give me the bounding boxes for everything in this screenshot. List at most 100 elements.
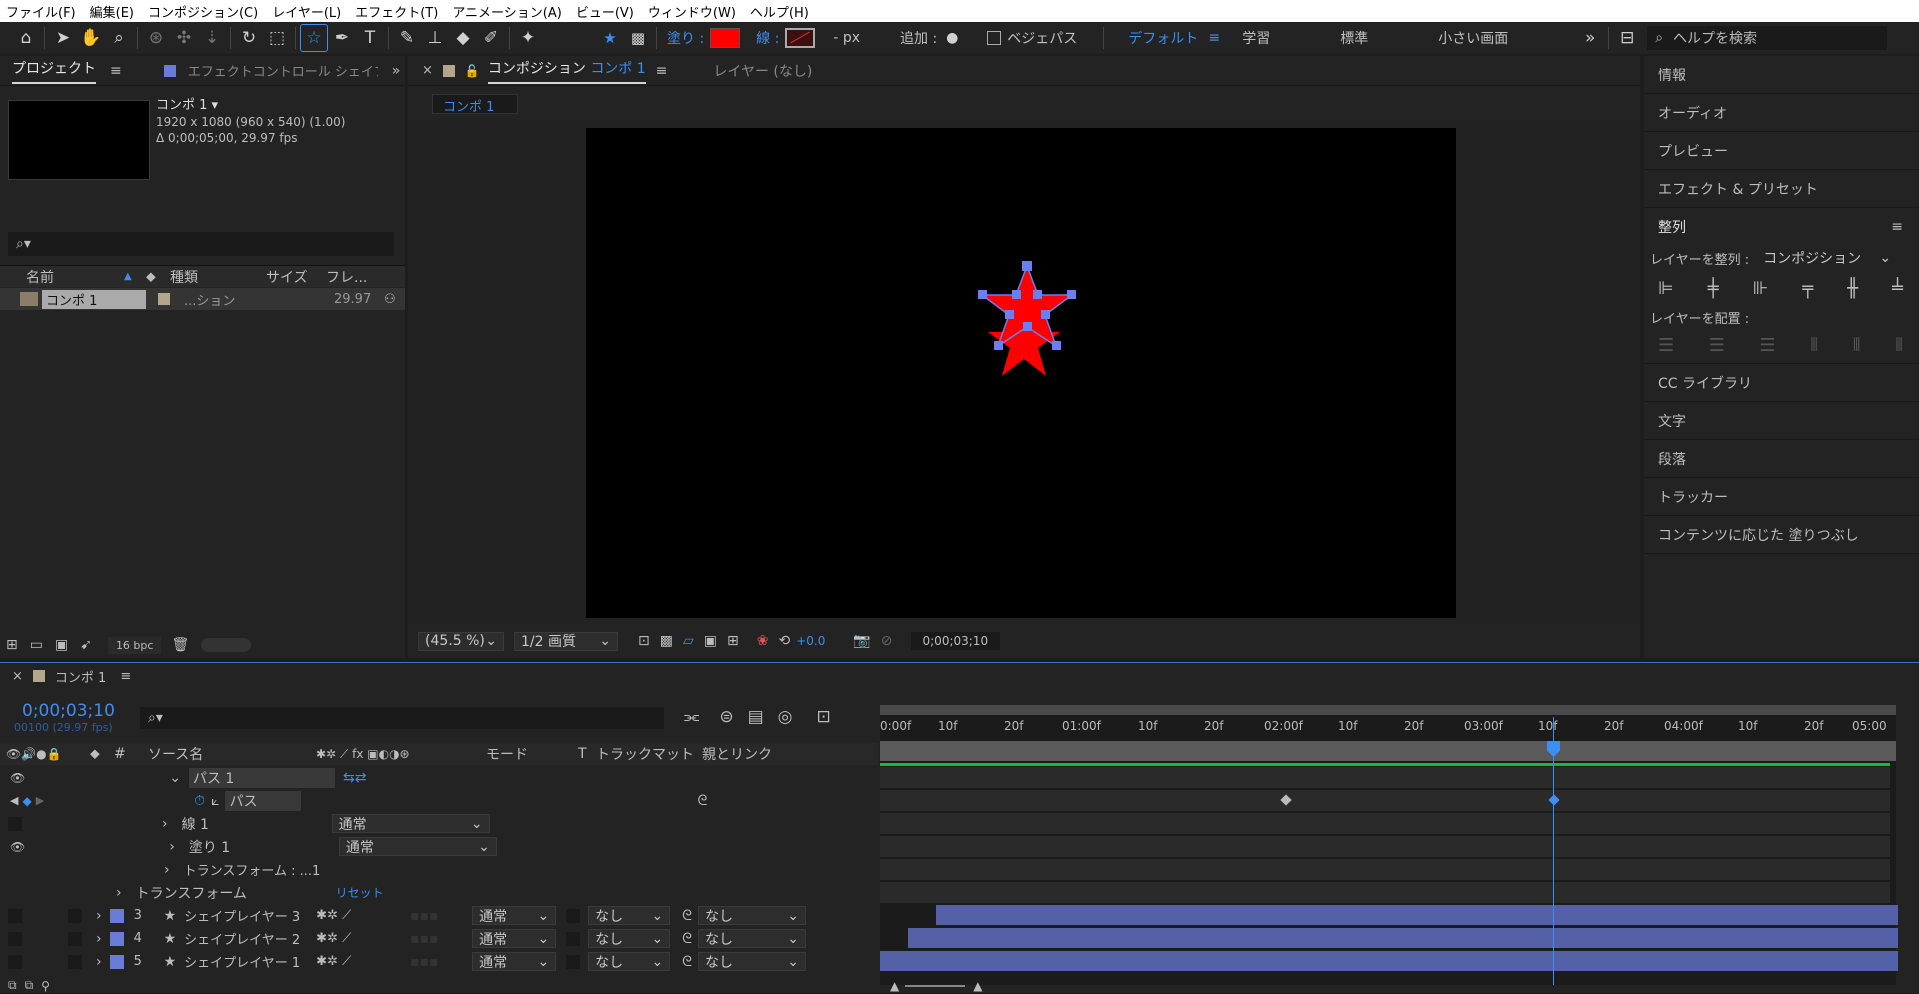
interpret-footage-icon[interactable]: ⊞ xyxy=(6,637,18,653)
toggle-switches-icon[interactable]: ⧉ xyxy=(8,978,17,993)
align-h-center-icon[interactable]: ╪ xyxy=(1708,278,1719,299)
draft-3d-icon[interactable]: ⊜ xyxy=(719,707,733,727)
stroke-mode-dropdown[interactable]: 通常 ⌄ xyxy=(331,814,490,833)
layer-mode-dropdown[interactable]: 通常 ⌄ xyxy=(472,929,557,948)
render-icon[interactable]: ➹ xyxy=(80,637,92,653)
track-matte-dropdown[interactable]: なし ⌄ xyxy=(588,906,671,925)
bpc-label[interactable]: 16 bpc xyxy=(107,636,162,654)
col-frame[interactable]: フレ... xyxy=(326,267,367,287)
switch-boxes[interactable]: ▪▪▪ xyxy=(410,931,472,947)
switch-boxes[interactable]: ▪▪▪ xyxy=(410,908,472,924)
comp-timecode[interactable]: 0;00;03;10 xyxy=(910,632,1001,650)
comp-canvas[interactable] xyxy=(586,128,1456,618)
toggle-time-icon[interactable]: ⚲ xyxy=(41,979,50,993)
tab-effect-controls[interactable]: エフェクトコントロール シェイプ xyxy=(188,61,378,80)
layer-mode-dropdown[interactable]: 通常 ⌄ xyxy=(472,952,557,971)
frame-blending-icon[interactable]: ◎ xyxy=(778,707,793,727)
guides-icon[interactable]: ⊞ xyxy=(727,633,739,649)
help-search-box[interactable]: ⌕ ヘルプを検索 xyxy=(1647,26,1888,50)
chevron-right-icon[interactable]: › xyxy=(96,954,102,970)
tab-composition[interactable]: コンポジション コンポ 1 xyxy=(487,58,646,84)
menu-item[interactable]: ビュー(V) xyxy=(576,2,634,21)
chevron-right-icon[interactable]: › xyxy=(96,931,102,947)
lock-box[interactable] xyxy=(68,931,82,946)
channel-icon[interactable]: ❀ xyxy=(757,633,769,649)
zoom-out-icon[interactable]: ▲ xyxy=(890,979,899,993)
visibility-box[interactable] xyxy=(8,931,22,946)
comp-flowchart-icon[interactable]: ⫘ xyxy=(684,707,699,727)
layer-name[interactable]: シェイプレイヤー 3 xyxy=(184,906,316,925)
zoom-tool-icon[interactable]: ⌕ xyxy=(105,24,133,52)
switch-boxes[interactable]: ▪▪▪ xyxy=(410,954,472,970)
track-matte-dropdown[interactable]: なし ⌄ xyxy=(588,929,671,948)
align-right-icon[interactable]: ⊪ xyxy=(1753,278,1769,299)
reset-exposure-icon[interactable]: ⟲ xyxy=(778,633,790,649)
more-workspaces-icon[interactable]: » xyxy=(1576,24,1604,52)
pickwhip-icon[interactable]: ᘓ xyxy=(682,954,692,970)
stopwatch-icon[interactable]: ⏱ xyxy=(194,793,205,809)
dolly-camera-icon[interactable]: ⇣ xyxy=(198,24,226,52)
row-transform[interactable]: › トランスフォーム リセット xyxy=(0,881,875,904)
timeline-search-input[interactable]: ⌕▾ xyxy=(140,707,664,729)
bezier-checkbox[interactable] xyxy=(987,31,1002,45)
stroke-width[interactable]: - px xyxy=(833,30,860,46)
time-ruler[interactable]: 0:00f 10f 20f 01:00f 10f 20f 02:00f 10f … xyxy=(880,717,1896,739)
sync-settings-icon[interactable]: ⊟ xyxy=(1613,24,1641,52)
align-left-icon[interactable]: ⊫ xyxy=(1658,278,1674,299)
t-box[interactable] xyxy=(566,954,581,969)
timeline-track-area[interactable]: 0:00f 10f 20f 01:00f 10f 20f 02:00f 10f … xyxy=(880,705,1898,985)
chevron-right-icon[interactable]: › xyxy=(169,839,175,855)
prev-keyframe-icon[interactable]: ◀ xyxy=(10,794,18,807)
work-area-bar[interactable] xyxy=(880,705,1896,715)
menu-item[interactable]: アニメーション(A) xyxy=(452,2,562,21)
col-track-matte[interactable]: トラックマット xyxy=(596,744,702,764)
keyframe-icon[interactable]: ◆ xyxy=(22,794,31,808)
zoom-dropdown[interactable]: (45.5 %) ⌄ xyxy=(418,631,504,651)
chevron-down-icon[interactable]: ⌄ xyxy=(169,770,181,786)
panel-cc-libraries[interactable]: CC ライブラリ xyxy=(1644,364,1919,402)
align-top-icon[interactable]: ╤ xyxy=(1802,278,1813,299)
menu-item[interactable]: 編集(E) xyxy=(90,2,134,21)
distribute-v-center-icon[interactable]: ☰ xyxy=(1709,335,1725,356)
zoom-slider[interactable] xyxy=(905,984,966,987)
workspace-standard[interactable]: 標準 xyxy=(1340,28,1368,48)
visibility-box[interactable] xyxy=(8,908,22,923)
row-transform-sub[interactable]: › トランスフォーム : ...1 xyxy=(0,858,875,881)
orbit-camera-icon[interactable]: ⊛ xyxy=(142,24,170,52)
flowchart-icon[interactable]: ⚇ xyxy=(384,292,396,307)
workspace-default[interactable]: デフォルト xyxy=(1128,28,1198,48)
show-snapshot-icon[interactable]: ⊘ xyxy=(881,633,893,649)
close-icon[interactable]: × xyxy=(422,63,433,78)
col-mode[interactable]: モード xyxy=(486,744,578,764)
layer-row[interactable]: › 4 ★ シェイプレイヤー 2 ✱✲ ⟋ ▪▪▪ 通常 ⌄ なし ⌄ ᘓ なし ⌄ xyxy=(0,927,875,950)
col-parent[interactable]: 親とリンク xyxy=(702,744,772,764)
mask-visibility-icon[interactable]: ▱ xyxy=(683,633,694,649)
track-matte-dropdown[interactable]: なし ⌄ xyxy=(588,952,671,971)
layer-switches[interactable]: ✱✲ ⟋ xyxy=(316,954,410,969)
brush-tool-icon[interactable]: ✎ xyxy=(393,24,421,52)
lock-box[interactable] xyxy=(68,954,82,969)
panel-character[interactable]: 文字 xyxy=(1644,402,1919,440)
menu-item[interactable]: ヘルプ(H) xyxy=(750,2,809,21)
chevron-right-icon[interactable]: › xyxy=(116,885,122,901)
lock-icon[interactable]: 🔓 xyxy=(465,64,480,78)
reset-link[interactable]: リセット xyxy=(336,884,384,901)
mask-icon[interactable]: ▩ xyxy=(624,24,652,52)
fast-preview-icon[interactable]: ⊡ xyxy=(638,633,650,649)
playhead-line[interactable] xyxy=(1553,717,1554,985)
layer-bar[interactable] xyxy=(908,928,1898,948)
panel-tracker[interactable]: トラッカー xyxy=(1644,478,1919,516)
star-small-icon[interactable]: ★ xyxy=(596,24,624,52)
star-tool-icon[interactable]: ☆ xyxy=(300,24,328,52)
parent-dropdown[interactable]: なし ⌄ xyxy=(698,906,807,925)
text-tool-icon[interactable]: T xyxy=(356,24,384,52)
zoom-in-icon[interactable]: ▲ xyxy=(973,979,982,993)
distribute-left-icon[interactable]: ⦀ xyxy=(1810,335,1818,356)
t-box[interactable] xyxy=(566,908,581,923)
exposure-value[interactable]: +0.0 xyxy=(796,634,825,648)
timeline-tab[interactable]: コンポ 1 xyxy=(55,667,106,686)
close-icon[interactable]: × xyxy=(12,669,23,684)
anchor-tool-icon[interactable]: ⬚ xyxy=(263,24,291,52)
comp-title[interactable]: コンポ 1 ▾ xyxy=(156,98,345,114)
lock-box[interactable] xyxy=(68,908,82,923)
